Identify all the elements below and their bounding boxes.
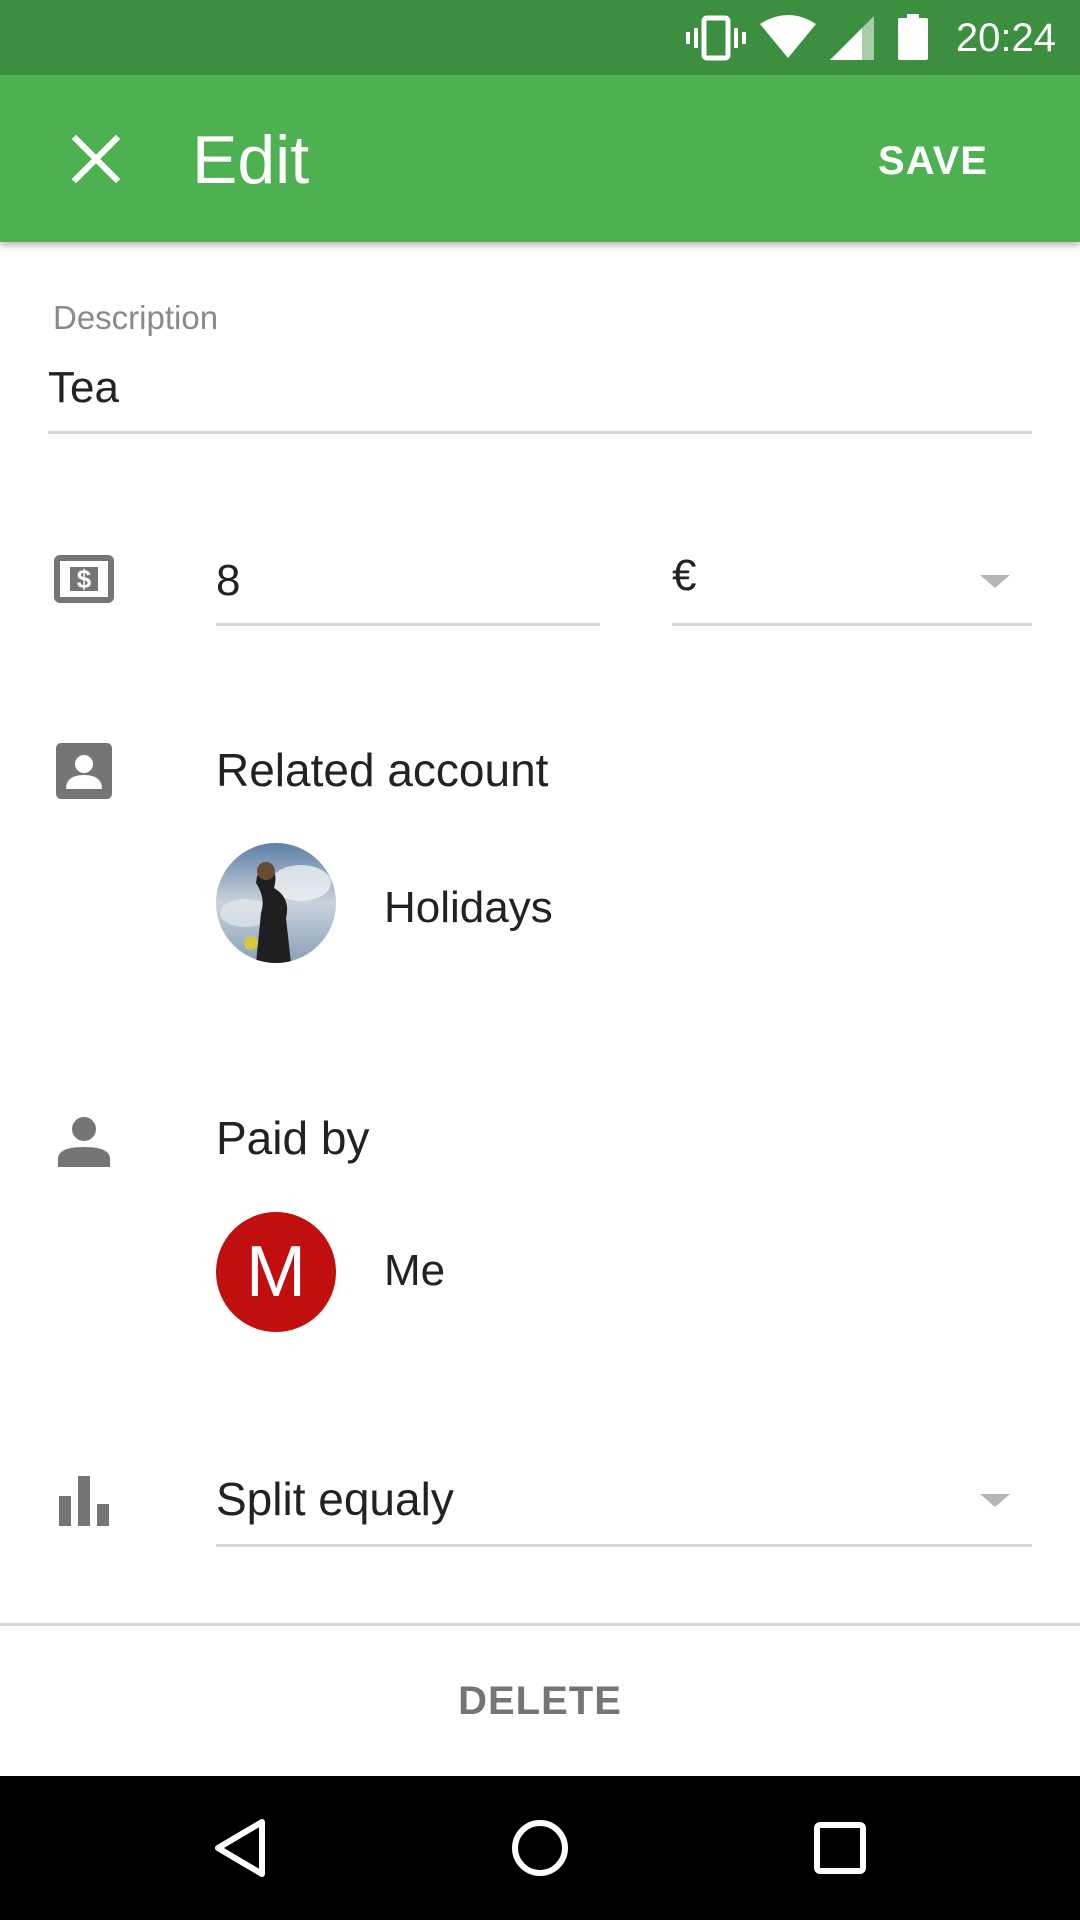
signal-icon xyxy=(830,16,874,60)
related-account-name[interactable]: Holidays xyxy=(384,882,553,934)
delete-button[interactable]: DELETE xyxy=(0,1626,1080,1776)
back-icon xyxy=(215,1819,265,1877)
svg-text:$: $ xyxy=(77,564,92,594)
status-bar: 20:24 xyxy=(0,0,1080,75)
app-bar: Edit SAVE xyxy=(0,75,1080,242)
avatar[interactable] xyxy=(216,843,336,963)
vibrate-icon xyxy=(686,15,746,61)
recents-icon xyxy=(814,1822,866,1874)
account-box-icon xyxy=(48,735,120,807)
payer-name[interactable]: Me xyxy=(384,1245,445,1297)
description-label: Description xyxy=(53,299,219,336)
home-button[interactable] xyxy=(480,1788,600,1908)
amount-input[interactable]: 8 xyxy=(216,555,240,607)
chevron-down-icon[interactable] xyxy=(980,1494,1010,1507)
save-button[interactable]: SAVE xyxy=(878,137,988,185)
split-underline xyxy=(216,1544,1032,1547)
description-input[interactable]: Tea xyxy=(48,362,119,414)
close-icon xyxy=(72,135,120,183)
payer-avatar[interactable]: M xyxy=(216,1212,336,1332)
person-icon xyxy=(48,1105,120,1177)
recents-button[interactable] xyxy=(780,1788,900,1908)
split-select[interactable]: Split equaly xyxy=(216,1471,454,1527)
wifi-icon xyxy=(760,15,816,58)
battery-icon xyxy=(898,14,928,60)
money-icon: $ xyxy=(48,543,120,615)
page-title: Edit xyxy=(192,122,310,198)
amount-underline xyxy=(216,623,600,626)
currency-underline xyxy=(672,623,1032,626)
back-button[interactable] xyxy=(180,1788,300,1908)
chevron-down-icon[interactable] xyxy=(980,575,1010,588)
paid-by-title: Paid by xyxy=(216,1112,370,1164)
home-icon xyxy=(512,1820,568,1876)
bar-chart-icon xyxy=(48,1465,120,1537)
related-account-title: Related account xyxy=(216,744,549,796)
navigation-bar xyxy=(0,1776,1080,1920)
description-underline xyxy=(48,431,1032,434)
status-time: 20:24 xyxy=(955,16,1056,60)
close-button[interactable] xyxy=(56,119,136,199)
currency-select[interactable]: € xyxy=(672,550,696,602)
